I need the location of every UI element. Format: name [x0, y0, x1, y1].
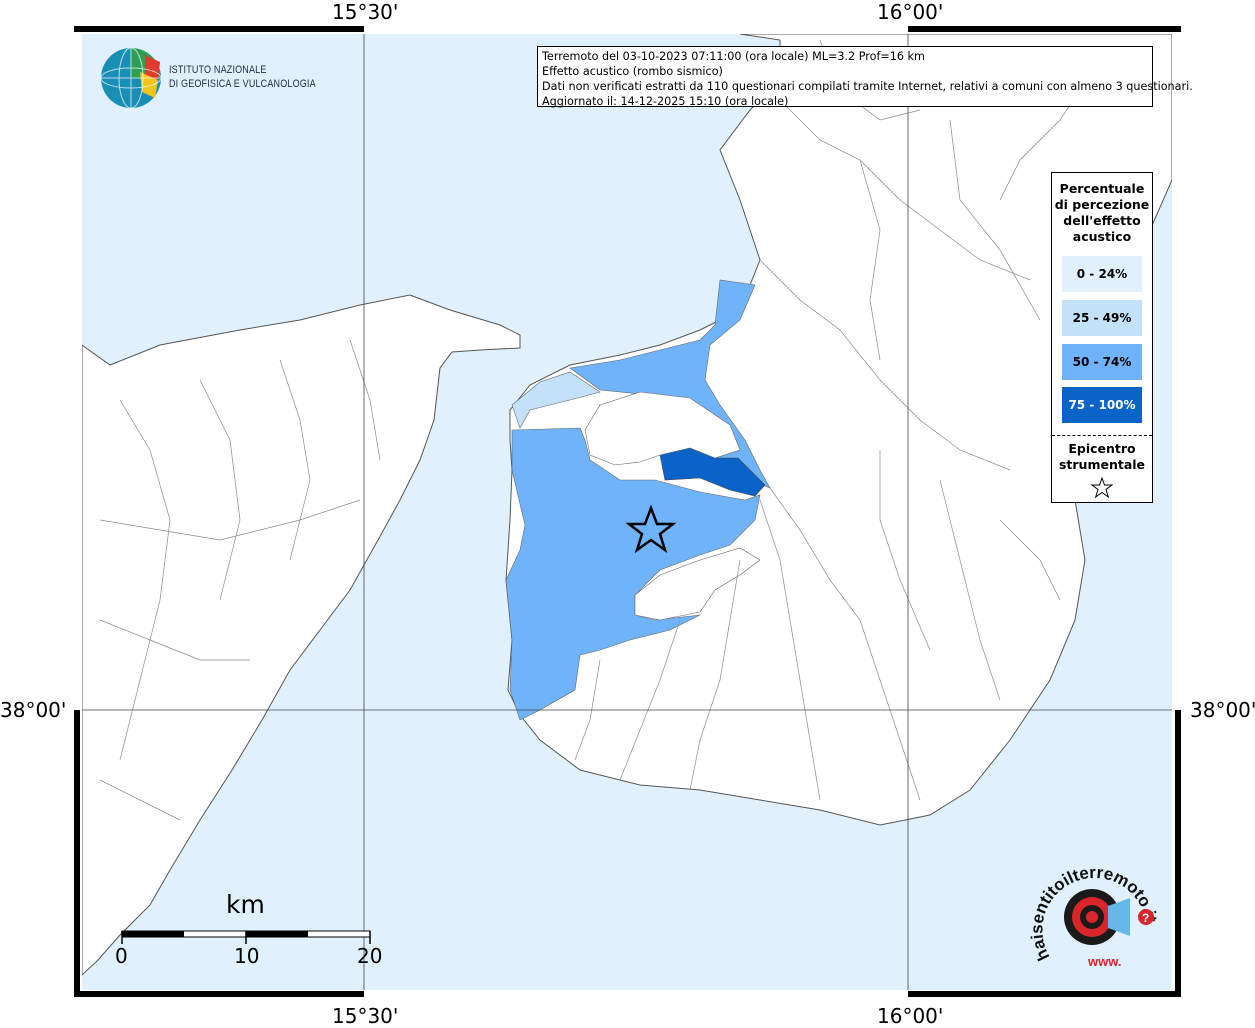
ingv-logo-text: ISTITUTO NAZIONALE DI GEOFISICA E VULCAN…: [169, 63, 316, 91]
legend-epicenter-label: Epicentro strumentale: [1052, 441, 1152, 473]
legend-item-0-24: 0 - 24%: [1062, 256, 1142, 292]
legend-item-25-49: 25 - 49%: [1062, 300, 1142, 336]
legend-epicenter-line2: strumentale: [1058, 457, 1146, 472]
event-info-line1: Terremoto del 03-10-2023 07:11:00 (ora l…: [542, 50, 925, 63]
legend-title-line2: di percezione: [1054, 197, 1150, 212]
legend-title: Percentuale di percezione dell'effetto a…: [1052, 181, 1152, 245]
frame-tick-top: [364, 26, 908, 32]
event-info-line4: Aggiornato il: 14-12-2025 15:10 (ora loc…: [542, 95, 789, 108]
event-info-box: Terremoto del 03-10-2023 07:11:00 (ora l…: [537, 46, 1193, 108]
legend-title-line3: dell'effetto: [1063, 213, 1141, 228]
scale-unit: km: [226, 890, 265, 919]
legend-separator: [1052, 435, 1152, 436]
frame-tick-right: [1175, 32, 1181, 710]
ingv-logo-line1: ISTITUTO NAZIONALE: [169, 64, 267, 76]
ingv-logo-line2: DI GEOFISICA E VULCANOLOGIA: [169, 78, 316, 90]
event-info-line3: Dati non verificati estratti da 110 ques…: [542, 80, 1193, 93]
scale-tick-10: 10: [234, 944, 260, 968]
frame-tick-bottom: [364, 991, 908, 997]
legend: Percentuale di percezione dell'effetto a…: [1051, 172, 1153, 503]
scale-tick-20: 20: [357, 944, 383, 968]
legend-title-line1: Percentuale: [1059, 181, 1145, 196]
legend-title-line4: acustico: [1072, 229, 1132, 244]
haisentito-watermark-logo: haisentitoilterremoto.it ? www.: [1030, 863, 1160, 969]
legend-item-75-100: 75 - 100%: [1062, 387, 1142, 423]
svg-text:?: ?: [1142, 911, 1149, 925]
watermark-prefix: www.: [1087, 954, 1121, 969]
legend-item-50-74: 50 - 74%: [1062, 344, 1142, 380]
scale-tick-0: 0: [115, 944, 128, 968]
event-info-line2: Effetto acustico (rombo sismico): [542, 65, 723, 78]
frame-tick-left: [74, 32, 80, 710]
legend-star-icon: [1091, 477, 1113, 499]
legend-epicenter-line1: Epicentro: [1068, 441, 1136, 456]
ingv-globe-logo: [100, 47, 162, 109]
